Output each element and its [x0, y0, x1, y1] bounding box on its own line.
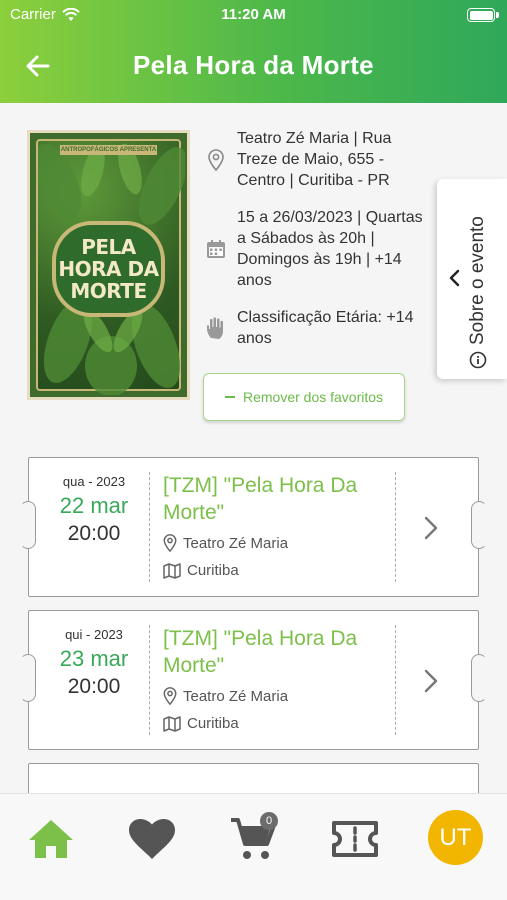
ticket-notch-right: [471, 654, 487, 702]
tab-tickets[interactable]: [328, 812, 382, 866]
remove-favorite-label: Remover dos favoritos: [242, 389, 384, 405]
chevron-right-icon: [422, 667, 440, 695]
tab-cart[interactable]: 0: [226, 812, 280, 866]
cart-count-badge: 0: [260, 812, 278, 830]
about-event-tab[interactable]: Sobre o evento: [437, 179, 507, 379]
app-header: Carrier 11:20 AM Pela Hora da Morte: [0, 0, 507, 103]
battery-icon: [467, 8, 495, 22]
ticket-notch-left: [20, 501, 36, 549]
event-location: Teatro Zé Maria | Rua Treze de Maio, 655…: [205, 128, 435, 191]
poster-artwork: ANTROPOFÁGICOS APRESENTA PELA HORA DA MO…: [36, 139, 185, 395]
location-pin-icon: [163, 534, 177, 552]
event-details: ANTROPOFÁGICOS APRESENTA PELA HORA DA MO…: [0, 103, 507, 425]
about-event-label: Sobre o evento: [467, 216, 489, 369]
session-day: 22 mar: [59, 493, 129, 518]
map-icon: [163, 715, 181, 732]
poster-top-text: ANTROPOFÁGICOS APRESENTA: [60, 145, 157, 155]
session-venue-text: Teatro Zé Maria: [183, 687, 289, 705]
session-city: Curitiba: [163, 562, 239, 579]
poster-badge: PELA HORA DA MORTE: [52, 221, 165, 317]
chevron-left-icon: [445, 267, 463, 289]
ticket-divider: [149, 625, 150, 735]
ticket-divider-right: [395, 472, 396, 582]
ticket-notch-right: [471, 501, 487, 549]
tab-favorites[interactable]: [125, 812, 179, 866]
about-event-text: Sobre o evento: [467, 216, 488, 345]
ticket-icon: [332, 821, 378, 857]
ticket-divider: [149, 472, 150, 582]
rating-text: Classificação Etária: +14 anos: [237, 309, 414, 347]
session-venue: Teatro Zé Maria: [163, 534, 288, 552]
session-weekday: qua - 2023: [62, 474, 126, 489]
chevron-right-icon: [422, 514, 440, 542]
session-title: [TZM] "Pela Hora Da Morte": [163, 474, 358, 524]
session-city-text: Curitiba: [187, 715, 239, 732]
heart-icon: [129, 819, 175, 859]
event-poster: ANTROPOFÁGICOS APRESENTA PELA HORA DA MO…: [27, 130, 190, 400]
info-icon: [469, 351, 487, 369]
event-rating: Classificação Etária: +14 anos: [205, 307, 435, 349]
session-venue-text: Teatro Zé Maria: [183, 534, 289, 552]
session-ticket[interactable]: qua - 2023 22 mar 20:00 [TZM] "Pela Hora…: [20, 457, 487, 597]
event-schedule: 15 a 26/03/2023 | Quartas a Sábados às 2…: [205, 207, 435, 291]
session-time: 20:00: [67, 522, 121, 545]
battery-tip: [496, 12, 499, 18]
session-weekday: qui - 2023: [65, 627, 123, 642]
poster-title: PELA HORA DA MORTE: [58, 235, 159, 303]
session-date: qui - 2023 23 mar 20:00: [39, 627, 149, 699]
session-day: 23 mar: [59, 646, 129, 671]
avatar[interactable]: UT: [428, 810, 483, 865]
minus-icon: [224, 396, 235, 398]
location-pin-icon: [163, 687, 177, 705]
hand-icon: [205, 307, 227, 349]
location-pin-icon: [205, 128, 227, 191]
session-time: 20:00: [67, 675, 121, 698]
session-venue: Teatro Zé Maria: [163, 687, 288, 705]
map-icon: [163, 562, 181, 579]
session-ticket[interactable]: qui - 2023 23 mar 20:00 [TZM] "Pela Hora…: [20, 610, 487, 750]
ticket-divider-right: [395, 625, 396, 735]
remove-favorite-button[interactable]: Remover dos favoritos: [203, 373, 405, 421]
page-title: Pela Hora da Morte: [133, 50, 374, 80]
tab-home[interactable]: [24, 812, 78, 866]
session-city-text: Curitiba: [187, 562, 239, 579]
home-icon: [29, 820, 73, 858]
bottom-tab-bar: 0 UT: [0, 793, 507, 900]
ticket-notch-left: [20, 654, 36, 702]
session-city: Curitiba: [163, 715, 239, 732]
location-text: Teatro Zé Maria | Rua Treze de Maio, 655…: [237, 130, 392, 189]
session-title: [TZM] "Pela Hora Da Morte": [163, 627, 358, 677]
status-bar: Carrier 11:20 AM: [0, 0, 507, 30]
schedule-text: 15 a 26/03/2023 | Quartas a Sábados às 2…: [237, 209, 423, 289]
calendar-icon: [205, 207, 227, 291]
session-date: qua - 2023 22 mar 20:00: [39, 474, 149, 546]
status-time: 11:20 AM: [221, 6, 286, 23]
